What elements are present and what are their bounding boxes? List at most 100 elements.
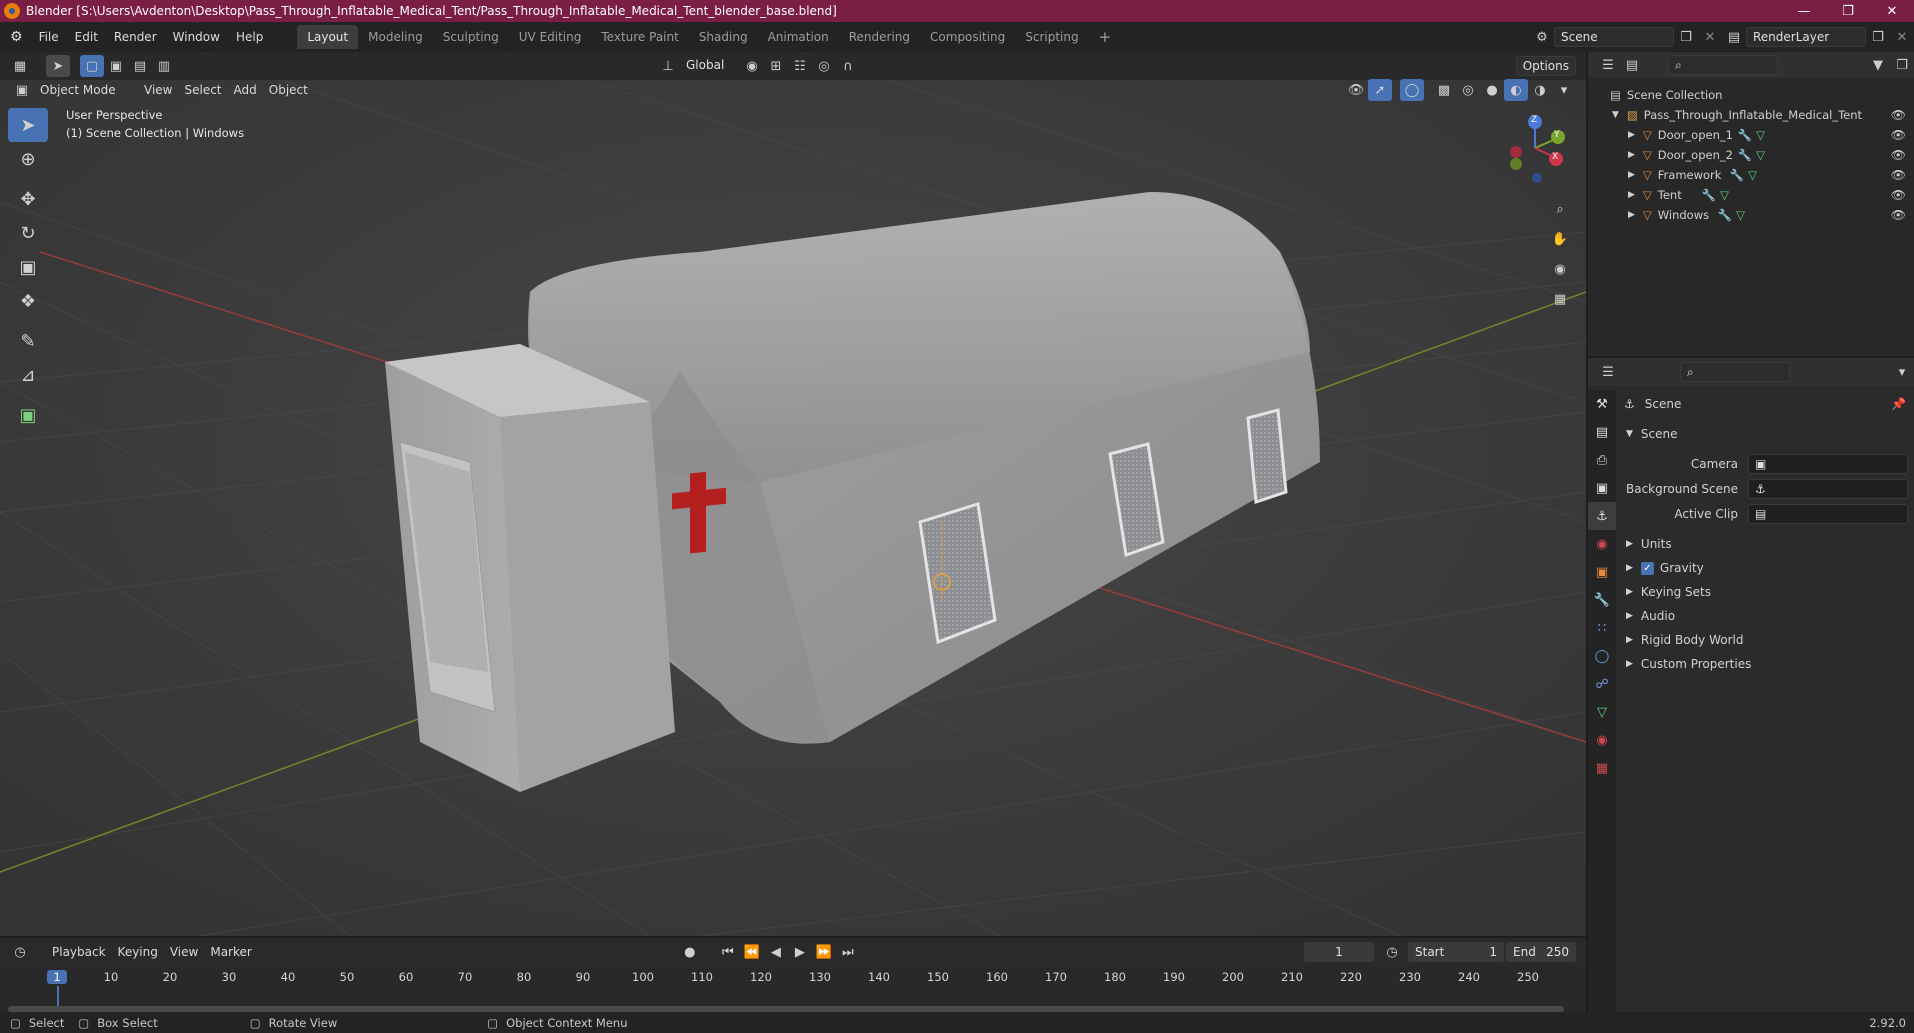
panel-rigid-body-world[interactable]: ▶ Rigid Body World bbox=[1616, 628, 1914, 652]
view-layer-tab-icon[interactable]: ▣ bbox=[1588, 474, 1616, 502]
new-collection-icon[interactable]: ❐ bbox=[1890, 54, 1914, 76]
expand-arrow-icon[interactable]: ▶ bbox=[1628, 170, 1635, 180]
shading-material-icon[interactable]: ◐ bbox=[1504, 79, 1528, 101]
mesh-data-icon[interactable]: ▽ bbox=[1736, 208, 1745, 222]
tab-modeling[interactable]: Modeling bbox=[358, 25, 433, 49]
outliner-row-scene-collection[interactable]: ▤ Scene Collection bbox=[1588, 85, 1914, 105]
minimize-button[interactable]: — bbox=[1782, 0, 1826, 22]
measure-tool-icon[interactable]: ⊿ bbox=[8, 358, 48, 392]
menu-file[interactable]: File bbox=[31, 26, 67, 48]
particles-tab-icon[interactable]: ∷ bbox=[1588, 614, 1616, 642]
panel-keying-sets[interactable]: ▶ Keying Sets bbox=[1616, 580, 1914, 604]
annotate-tool-icon[interactable]: ✎ bbox=[8, 324, 48, 358]
tab-texture-paint[interactable]: Texture Paint bbox=[591, 25, 688, 49]
3d-viewport[interactable]: User Perspective (1) Scene Collection | … bbox=[0, 52, 1586, 936]
expand-arrow-icon[interactable]: ▼ bbox=[1612, 110, 1619, 120]
properties-search-input[interactable]: ⌕ bbox=[1680, 362, 1790, 382]
ortho-grid-icon[interactable]: ▦ bbox=[1548, 284, 1572, 314]
selection-mode-invert-icon[interactable]: ▥ bbox=[152, 55, 176, 77]
object-mode-icon[interactable]: ▣ bbox=[10, 79, 34, 101]
world-tab-icon[interactable]: ◉ bbox=[1588, 530, 1616, 558]
gizmo-toggle-icon[interactable]: ➚ bbox=[1368, 79, 1392, 101]
zoom-icon[interactable]: ⌕ bbox=[1548, 194, 1572, 224]
close-button[interactable]: ✕ bbox=[1870, 0, 1914, 22]
visibility-eye-icon[interactable]: 👁 bbox=[1891, 128, 1906, 142]
tab-uv-editing[interactable]: UV Editing bbox=[509, 25, 592, 49]
preview-range-icon[interactable]: ◷ bbox=[1380, 941, 1404, 963]
data-tab-icon[interactable]: ▽ bbox=[1588, 698, 1616, 726]
menu-playback[interactable]: Playback bbox=[46, 942, 112, 962]
outliner-display-mode-icon[interactable]: ▤ bbox=[1620, 54, 1644, 76]
scene-tab-icon[interactable]: ⚓ bbox=[1588, 502, 1616, 530]
restore-button[interactable]: ❐ bbox=[1826, 0, 1870, 22]
delete-scene-icon[interactable]: ✕ bbox=[1698, 26, 1722, 48]
jump-start-icon[interactable]: ⏮ bbox=[716, 941, 740, 963]
mesh-data-icon[interactable]: ▽ bbox=[1756, 148, 1765, 162]
pan-hand-icon[interactable]: ✋ bbox=[1548, 224, 1572, 254]
transform-orientation-icon[interactable]: ⊥ bbox=[656, 55, 680, 77]
timeline-ruler[interactable]: 1 10 20 30 40 50 60 70 80 90 100 110 120 130 140 150 160… bbox=[0, 966, 1586, 1012]
options-dropdown[interactable]: Options bbox=[1515, 56, 1576, 76]
tab-shading[interactable]: Shading bbox=[689, 25, 758, 49]
tab-rendering[interactable]: Rendering bbox=[839, 25, 920, 49]
panel-units[interactable]: ▶ Units bbox=[1616, 532, 1914, 556]
menu-window[interactable]: Window bbox=[165, 26, 228, 48]
outliner-row-object[interactable]: ▶ ▽ Door_open_1 🔧 ▽ 👁 bbox=[1588, 125, 1914, 145]
active-clip-field[interactable]: ▤ bbox=[1748, 504, 1908, 524]
menu-add[interactable]: Add bbox=[228, 80, 263, 100]
mesh-data-icon[interactable]: ▽ bbox=[1720, 188, 1729, 202]
constraints-tab-icon[interactable]: ☍ bbox=[1588, 670, 1616, 698]
tab-layout[interactable]: Layout bbox=[297, 25, 359, 49]
gravity-checkbox[interactable]: ✓ bbox=[1640, 561, 1654, 575]
pin-icon[interactable]: 📌 bbox=[1891, 397, 1906, 411]
modifier-wrench-icon[interactable]: 🔧 bbox=[1738, 128, 1752, 142]
menu-object[interactable]: Object bbox=[263, 80, 314, 100]
play-icon[interactable]: ▶ bbox=[788, 941, 812, 963]
modifier-tab-icon[interactable]: 🔧 bbox=[1588, 586, 1616, 614]
tab-animation[interactable]: Animation bbox=[758, 25, 839, 49]
select-tool-icon[interactable]: ➤ bbox=[46, 55, 70, 77]
delete-view-layer-icon[interactable]: ✕ bbox=[1890, 26, 1914, 48]
scale-tool-icon[interactable]: ▣ bbox=[8, 250, 48, 284]
visibility-eye-icon[interactable]: 👁 bbox=[1891, 208, 1906, 222]
shading-options-icon[interactable]: ▾ bbox=[1552, 79, 1576, 101]
proportional-falloff-icon[interactable]: ∩ bbox=[836, 55, 860, 77]
visibility-eye-icon[interactable]: 👁 bbox=[1891, 148, 1906, 162]
menu-edit[interactable]: Edit bbox=[67, 26, 106, 48]
add-cube-tool-icon[interactable]: ▣ bbox=[8, 398, 48, 432]
selection-mode-subtract-icon[interactable]: ▤ bbox=[128, 55, 152, 77]
menu-keying[interactable]: Keying bbox=[112, 942, 164, 962]
play-reverse-icon[interactable]: ◀ bbox=[764, 941, 788, 963]
snap-icon[interactable]: ⊞ bbox=[764, 55, 788, 77]
panel-custom-properties[interactable]: ▶ Custom Properties bbox=[1616, 652, 1914, 676]
cursor-tool-icon[interactable]: ⊕ bbox=[8, 142, 48, 176]
select-box-tool-icon[interactable]: ➤ bbox=[8, 108, 48, 142]
blender-menu-icon[interactable]: ⚙ bbox=[0, 26, 31, 48]
end-frame-field[interactable]: End 250 bbox=[1506, 942, 1576, 962]
scene-browse-icon[interactable]: ⚙ bbox=[1530, 26, 1554, 48]
timeline-editor-type-icon[interactable]: ◷ bbox=[8, 941, 32, 963]
panel-audio[interactable]: ▶ Audio bbox=[1616, 604, 1914, 628]
shading-solid-icon[interactable]: ● bbox=[1480, 79, 1504, 101]
current-frame-field[interactable]: 1 bbox=[1304, 942, 1374, 962]
playhead-line[interactable] bbox=[57, 986, 59, 1006]
outliner-filter-icon[interactable]: ▼ bbox=[1866, 54, 1890, 76]
render-tab-icon[interactable]: ▤ bbox=[1588, 418, 1616, 446]
render-layer-field[interactable]: RenderLayer bbox=[1746, 27, 1866, 47]
modifier-wrench-icon[interactable]: 🔧 bbox=[1718, 208, 1732, 222]
jump-end-icon[interactable]: ⏭ bbox=[836, 941, 860, 963]
editor-type-icon[interactable]: ▦ bbox=[8, 55, 32, 77]
new-scene-icon[interactable]: ❐ bbox=[1674, 26, 1698, 48]
outliner-editor-type-icon[interactable]: ☰ bbox=[1596, 54, 1620, 76]
shading-wireframe-icon[interactable]: ◎ bbox=[1456, 79, 1480, 101]
menu-select[interactable]: Select bbox=[178, 80, 227, 100]
tab-compositing[interactable]: Compositing bbox=[920, 25, 1015, 49]
expand-arrow-icon[interactable]: ▶ bbox=[1628, 130, 1635, 140]
scene-name-field[interactable]: Scene bbox=[1554, 27, 1674, 47]
material-tab-icon[interactable]: ◉ bbox=[1588, 726, 1616, 754]
add-workspace-button[interactable]: + bbox=[1089, 25, 1122, 49]
menu-help[interactable]: Help bbox=[228, 26, 271, 48]
modifier-wrench-icon[interactable]: 🔧 bbox=[1730, 168, 1744, 182]
jump-keyframe-forward-icon[interactable]: ⏩ bbox=[812, 941, 836, 963]
expand-arrow-icon[interactable]: ▶ bbox=[1628, 190, 1635, 200]
